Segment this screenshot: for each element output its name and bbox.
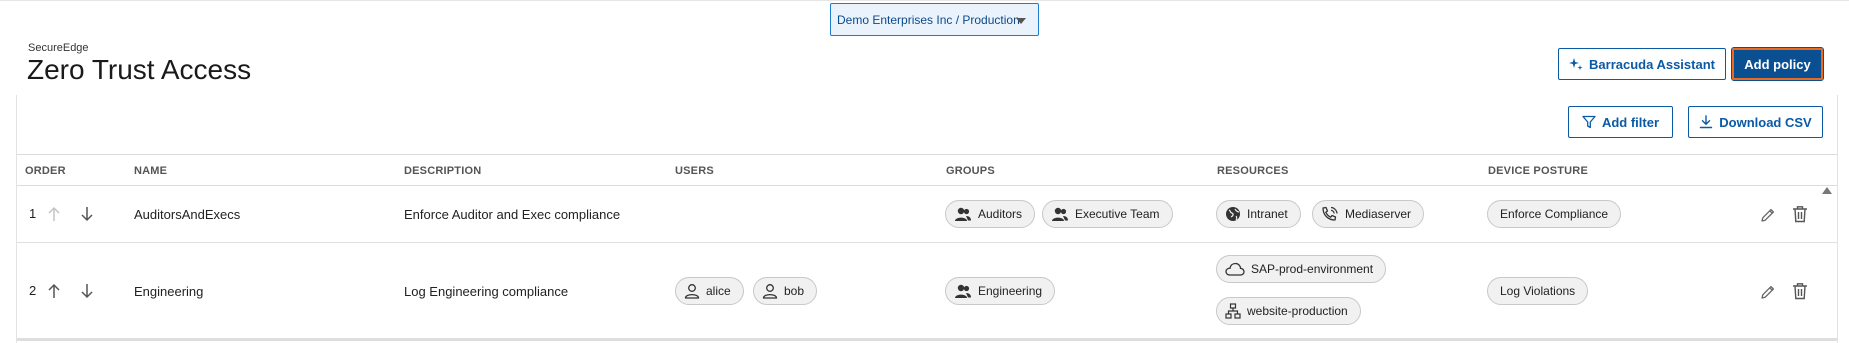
- table-row[interactable]: 1 AuditorsAndExecs Enforce Auditor and E…: [17, 186, 1837, 243]
- column-header-groups[interactable]: GROUPS: [946, 165, 995, 177]
- table-row[interactable]: 2 Engineering Log Engineering compliance…: [17, 243, 1837, 341]
- policy-name: Engineering: [134, 284, 204, 299]
- add-policy-label: Add policy: [1744, 56, 1811, 72]
- cloud-icon: [1225, 262, 1245, 276]
- column-header-device-posture[interactable]: DEVICE POSTURE: [1488, 165, 1588, 177]
- globe-icon: [1226, 207, 1240, 221]
- column-header-description[interactable]: DESCRIPTION: [404, 165, 481, 177]
- chevron-down-icon: [1016, 18, 1026, 24]
- group-chip-label: Executive Team: [1075, 207, 1160, 221]
- scrollbar-up-arrow[interactable]: [1822, 187, 1832, 194]
- resource-chip-label: Intranet: [1247, 207, 1288, 221]
- device-posture-chip: Log Violations: [1487, 277, 1589, 305]
- resource-chip: SAP-prod-environment: [1216, 255, 1387, 283]
- arrow-up-icon[interactable]: [47, 283, 61, 299]
- resource-chip-label: Mediaserver: [1345, 207, 1412, 221]
- filter-icon: [1582, 115, 1596, 129]
- tenant-selector[interactable]: Demo Enterprises Inc / Production: [830, 3, 1039, 36]
- device-posture-label: Enforce Compliance: [1500, 207, 1609, 221]
- resource-chip-label: website-production: [1247, 304, 1348, 318]
- column-header-name[interactable]: NAME: [134, 165, 167, 177]
- trash-icon[interactable]: [1792, 205, 1808, 223]
- barracuda-assistant-button[interactable]: Barracuda Assistant: [1558, 48, 1726, 80]
- device-posture-chip: Enforce Compliance: [1487, 200, 1622, 228]
- arrow-down-icon[interactable]: [80, 206, 94, 222]
- arrow-down-icon[interactable]: [80, 283, 94, 299]
- policy-description: Log Engineering compliance: [404, 284, 569, 299]
- trash-icon[interactable]: [1792, 282, 1808, 300]
- edit-icon[interactable]: [1760, 207, 1776, 223]
- group-chip-label: Auditors: [978, 207, 1023, 221]
- group-icon: [955, 284, 971, 298]
- group-chip: Executive Team: [1042, 200, 1173, 228]
- group-icon: [955, 207, 971, 221]
- resource-chip: Mediaserver: [1312, 200, 1425, 228]
- arrow-up-icon[interactable]: [47, 206, 61, 222]
- order-number: 2: [29, 283, 37, 298]
- download-csv-label: Download CSV: [1719, 114, 1812, 130]
- policy-name: AuditorsAndExecs: [134, 207, 241, 222]
- add-filter-label: Add filter: [1601, 114, 1660, 130]
- user-chip-label: bob: [784, 284, 805, 298]
- tenant-selector-label: Demo Enterprises Inc / Production: [837, 12, 1020, 27]
- column-header-resources[interactable]: RESOURCES: [1217, 165, 1288, 177]
- table-header: ORDER NAME DESCRIPTION USERS GROUPS RESO…: [17, 154, 1837, 186]
- add-policy-button[interactable]: Add policy: [1731, 47, 1824, 81]
- group-icon: [1052, 207, 1068, 221]
- group-chip: Engineering: [945, 277, 1056, 305]
- download-icon: [1700, 115, 1713, 129]
- resource-chip: Intranet: [1216, 200, 1301, 228]
- network-icon: [1225, 303, 1241, 319]
- phone-wifi-icon: [1322, 206, 1338, 221]
- page-title: Zero Trust Access: [27, 54, 252, 85]
- edit-icon[interactable]: [1760, 284, 1776, 300]
- user-icon: [762, 284, 778, 299]
- group-chip-label: Engineering: [978, 284, 1043, 298]
- resource-chip-label: SAP-prod-environment: [1251, 262, 1374, 276]
- sparkle-icon: [1569, 58, 1583, 71]
- resource-chip: website-production: [1216, 297, 1361, 325]
- column-header-order[interactable]: ORDER: [25, 165, 66, 177]
- policy-table: ORDER NAME DESCRIPTION USERS GROUPS RESO…: [17, 154, 1837, 341]
- order-number: 1: [29, 206, 37, 221]
- group-chip: Auditors: [945, 200, 1036, 228]
- brand-label: SecureEdge: [28, 42, 89, 54]
- user-chip-label: alice: [706, 284, 731, 298]
- device-posture-label: Log Violations: [1500, 284, 1576, 298]
- column-header-users[interactable]: USERS: [675, 165, 714, 177]
- add-filter-button[interactable]: Add filter: [1568, 106, 1673, 138]
- user-chip: bob: [753, 277, 818, 305]
- barracuda-assistant-label: Barracuda Assistant: [1589, 56, 1715, 72]
- download-csv-button[interactable]: Download CSV: [1688, 106, 1823, 138]
- user-chip: alice: [675, 277, 744, 305]
- user-icon: [684, 284, 700, 299]
- policy-description: Enforce Auditor and Exec compliance: [404, 207, 621, 222]
